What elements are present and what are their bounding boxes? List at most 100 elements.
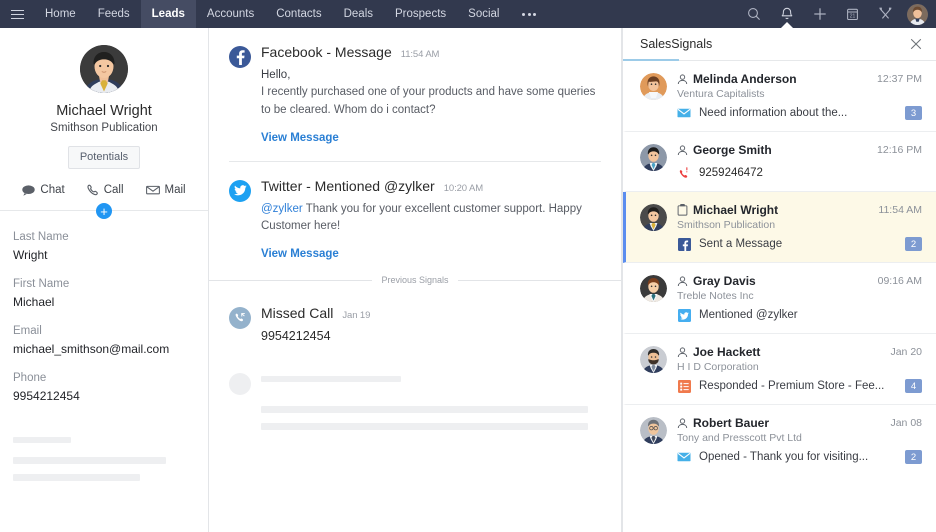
signal-row-joe-hackett[interactable]: Joe Hackett Jan 20 H I D Corporation Res…: [623, 334, 936, 405]
field-first-name: First Name Michael: [13, 278, 195, 309]
signal-row-message: Responded - Premium Store - Fee...: [699, 380, 885, 392]
signal-item-missed-call: Missed Call Jan 19 9954212454: [209, 285, 621, 343]
signal-row-badge: 2: [905, 450, 922, 464]
signal-row-line-message: Need information about the... 3: [677, 106, 922, 120]
signal-item-twitter: Twitter - Mentioned @zylker 10:20 AM @zy…: [209, 162, 621, 260]
signal-row-time: Jan 20: [890, 346, 922, 358]
signal-row-line-message: Opened - Thank you for visiting... 2: [677, 450, 922, 464]
potentials-button[interactable]: Potentials: [67, 146, 141, 169]
lead-avatar[interactable]: [80, 45, 128, 93]
placeholder-body: [261, 373, 601, 440]
hamburger-menu-icon[interactable]: [0, 0, 34, 28]
placeholder-line: [261, 376, 401, 383]
plus-icon[interactable]: [803, 0, 836, 28]
phone-icon: [87, 184, 99, 196]
nav-item-social[interactable]: Social: [457, 0, 510, 28]
signal-title: Facebook - Message: [261, 44, 392, 60]
signal-row-george-smith[interactable]: George Smith 12:16 PM 9259246472: [623, 132, 936, 192]
add-record-button[interactable]: +: [96, 203, 112, 219]
calendar-icon[interactable]: 21: [836, 0, 869, 28]
nav-item-home[interactable]: Home: [34, 0, 87, 28]
field-phone: Phone 9954212454: [13, 372, 195, 403]
signal-row-line-primary: Melinda Anderson 12:37 PM: [677, 72, 922, 86]
signal-row-gray-davis[interactable]: Gray Davis 09:16 AM Treble Notes Inc Men…: [623, 263, 936, 334]
signal-item-facebook: Facebook - Message 11:54 AM Hello, I rec…: [209, 28, 621, 144]
twitter-icon: [229, 179, 251, 202]
signal-row-line-primary: Gray Davis 09:16 AM: [677, 274, 922, 288]
signal-row-name: Robert Bauer: [693, 416, 770, 430]
field-value[interactable]: michael_smithson@mail.com: [13, 342, 195, 356]
app-root: Home Feeds Leads Accounts Contacts Deals…: [0, 0, 936, 532]
bell-icon[interactable]: [770, 0, 803, 28]
lead-actions: Chat Call Mail: [0, 184, 208, 196]
lead-fields-list: Last Name Wright First Name Michael Emai…: [0, 211, 208, 403]
tools-icon[interactable]: [869, 0, 902, 28]
signal-row-org: Tony and Presscott Pvt Ltd: [677, 432, 802, 444]
call-action-button[interactable]: Call: [87, 184, 124, 196]
signal-row-content: Gray Davis 09:16 AM Treble Notes Inc Men…: [677, 274, 922, 322]
call-action-label: Call: [103, 184, 124, 196]
signal-title: Twitter - Mentioned @zylker: [261, 177, 435, 194]
user-avatar[interactable]: [907, 3, 928, 25]
signal-row-org: Smithson Publication: [677, 219, 776, 231]
signal-row-message: Need information about the...: [699, 107, 848, 119]
close-icon[interactable]: [910, 38, 922, 50]
missed-call-icon: [229, 307, 251, 330]
signal-header: Facebook - Message 11:54 AM: [261, 44, 601, 60]
placeholder-line: [13, 437, 71, 443]
signal-row-content: Michael Wright 11:54 AM Smithson Publica…: [677, 203, 922, 251]
signal-row-time: 11:54 AM: [878, 204, 922, 216]
field-label: First Name: [13, 278, 70, 290]
search-icon[interactable]: [737, 0, 770, 28]
signal-header: Twitter - Mentioned @zylker 10:20 AM: [261, 178, 601, 194]
avatar: [640, 275, 667, 302]
missed-call-icon: [677, 166, 691, 180]
field-value[interactable]: Wright: [13, 248, 195, 262]
signal-feed-panel: Facebook - Message 11:54 AM Hello, I rec…: [209, 28, 622, 532]
lead-icon: [677, 204, 688, 216]
placeholder-line: [261, 406, 588, 414]
signal-row-badge: 3: [905, 106, 922, 120]
signal-row-line-primary: Michael Wright 11:54 AM: [677, 203, 922, 217]
avatar: [640, 204, 667, 231]
signal-row-message: 9259246472: [699, 167, 763, 179]
placeholder-line: [261, 423, 588, 431]
signal-timestamp: 10:20 AM: [443, 182, 484, 194]
mail-action-label: Mail: [164, 184, 186, 196]
signal-row-melinda-anderson[interactable]: Melinda Anderson 12:37 PM Ventura Capita…: [623, 61, 936, 132]
person-icon: [677, 275, 688, 287]
salessignals-list[interactable]: Melinda Anderson 12:37 PM Ventura Capita…: [623, 61, 936, 531]
signal-row-michael-wright[interactable]: Michael Wright 11:54 AM Smithson Publica…: [623, 192, 936, 263]
signal-row-org: H I D Corporation: [677, 361, 759, 373]
view-message-link-facebook[interactable]: View Message: [261, 132, 601, 144]
placeholder-fields: [0, 419, 208, 481]
person-icon: [677, 73, 688, 85]
facebook-icon: [677, 237, 691, 251]
mail-action-button[interactable]: Mail: [145, 184, 186, 196]
signal-greeting: Hello,: [261, 69, 291, 81]
twitter-handle-mention[interactable]: @zylker: [261, 203, 303, 215]
field-value[interactable]: Michael: [13, 295, 195, 309]
signal-row-name: Michael Wright: [693, 203, 779, 217]
field-value[interactable]: 9954212454: [13, 389, 195, 403]
missed-call-number: 9954212454: [261, 329, 331, 344]
lead-detail-sidebar: Michael Wright Smithson Publication Pote…: [0, 28, 209, 532]
salessignals-title: SalesSignals: [640, 37, 713, 51]
signal-row-time: 12:37 PM: [877, 73, 922, 85]
signal-row-badge: 2: [905, 237, 922, 251]
nav-item-contacts[interactable]: Contacts: [265, 0, 332, 28]
nav-item-deals[interactable]: Deals: [333, 0, 384, 28]
nav-item-accounts[interactable]: Accounts: [196, 0, 265, 28]
nav-more-icon[interactable]: [510, 0, 548, 28]
chat-action-button[interactable]: Chat: [22, 184, 65, 196]
signal-row-content: George Smith 12:16 PM 9259246472: [677, 143, 922, 180]
signal-row-message: Sent a Message: [699, 238, 783, 250]
nav-item-prospects[interactable]: Prospects: [384, 0, 457, 28]
view-message-link-twitter[interactable]: View Message: [261, 248, 601, 260]
signal-row-content: Melinda Anderson 12:37 PM Ventura Capita…: [677, 72, 922, 120]
nav-item-leads[interactable]: Leads: [140, 0, 196, 28]
person-icon: [677, 144, 688, 156]
nav-item-feeds[interactable]: Feeds: [87, 0, 141, 28]
signal-row-robert-bauer[interactable]: Robert Bauer Jan 08 Tony and Presscott P…: [623, 405, 936, 475]
signal-row-line-primary: Joe Hackett Jan 20: [677, 345, 922, 359]
